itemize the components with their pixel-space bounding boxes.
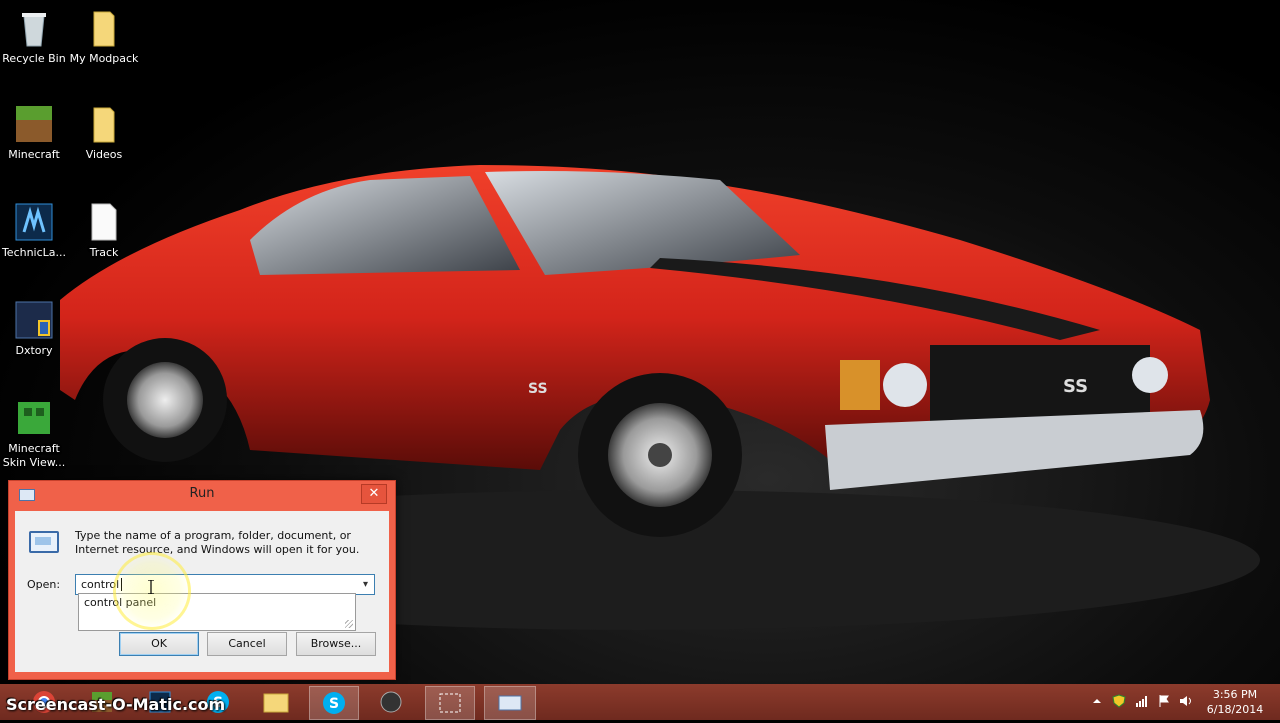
taskbar-file-explorer[interactable] <box>252 686 300 718</box>
grille-badge: SS <box>1063 376 1088 397</box>
headlight-right <box>1132 357 1168 393</box>
desktop-icon-track[interactable]: Track <box>68 202 140 260</box>
rear-wheel-rim <box>127 362 203 438</box>
desktop-icon-technic-launcher[interactable]: TechnicLa... <box>0 202 70 260</box>
run-program-icon <box>29 531 59 553</box>
dxtory-icon <box>14 300 54 340</box>
skype-icon: S <box>323 692 345 714</box>
snipping-tool-icon <box>439 693 461 713</box>
turn-signal <box>840 360 880 410</box>
technic-launcher-icon <box>14 202 54 242</box>
browse-button[interactable]: Browse... <box>296 632 376 656</box>
folder-icon <box>84 104 124 144</box>
folder-icon <box>84 8 124 48</box>
desktop-icon-recycle-bin[interactable]: Recycle Bin <box>0 8 70 66</box>
minecraft-skin-viewer-icon <box>14 398 54 438</box>
text-caret <box>121 578 122 591</box>
file-explorer-icon <box>263 693 289 713</box>
taskbar-sony-vegas[interactable] <box>367 686 415 718</box>
svg-text:S: S <box>329 696 339 712</box>
car-grille <box>930 345 1150 425</box>
volume-icon[interactable] <box>1179 694 1193 708</box>
taskbar: S S Screencast-O-Matic.com 3:56 PM 6/18/… <box>0 684 1280 720</box>
screencast-watermark: Screencast-O-Matic.com <box>6 695 226 714</box>
open-combobox[interactable]: ▾ <box>75 574 375 595</box>
desktop-icon-label: Recycle Bin <box>2 52 66 65</box>
desktop-icon-label: Minecraft <box>8 148 60 161</box>
flag-icon[interactable] <box>1157 694 1171 708</box>
desktop-icon-dxtory[interactable]: Dxtory <box>0 300 70 358</box>
file-icon <box>84 202 124 242</box>
minecraft-grass-block-icon <box>14 104 54 144</box>
run-description: Type the name of a program, folder, docu… <box>75 529 360 556</box>
autocomplete-dropdown: control panel <box>78 593 356 631</box>
recycle-bin-icon <box>14 8 54 48</box>
desktop-icon-minecraft-skin-viewer[interactable]: Minecraft Skin View... <box>0 398 70 470</box>
taskbar-clock[interactable]: 3:56 PM 6/18/2014 <box>1200 687 1270 717</box>
desktop-icon-label: Track <box>89 246 119 259</box>
network-signal-icon[interactable] <box>1135 694 1149 708</box>
open-label: Open: <box>27 578 61 591</box>
desktop-icon-label: TechnicLa... <box>1 246 67 259</box>
show-hidden-icons-arrow[interactable] <box>1090 694 1104 708</box>
desktop-icon-label: Minecraft Skin View... <box>2 442 66 469</box>
clock-date: 6/18/2014 <box>1206 703 1264 716</box>
taskbar-snipping-tool[interactable] <box>425 686 475 720</box>
open-input[interactable] <box>76 575 351 594</box>
resize-grip[interactable] <box>345 620 353 628</box>
run-dialog: Run ✕ Type the name of a program, folder… <box>8 480 396 680</box>
chevron-down-icon[interactable]: ▾ <box>357 575 374 594</box>
autocomplete-item[interactable]: control panel <box>84 596 156 609</box>
desktop-icon-videos[interactable]: Videos <box>68 104 140 162</box>
desktop-icon-minecraft[interactable]: Minecraft <box>0 104 70 162</box>
run-dialog-body: Type the name of a program, folder, docu… <box>15 511 389 672</box>
run-icon <box>498 695 522 711</box>
shield-icon[interactable] <box>1112 694 1126 708</box>
headlight-left <box>883 363 927 407</box>
run-dialog-title: Run <box>189 486 215 501</box>
close-button[interactable]: ✕ <box>361 484 387 504</box>
desktop-icon-label: Videos <box>85 148 123 161</box>
cancel-button[interactable]: Cancel <box>207 632 287 656</box>
taskbar-run[interactable] <box>484 686 536 720</box>
desktop-icon-label: Dxtory <box>15 344 53 357</box>
desktop-icon-my-modpack[interactable]: My Modpack <box>68 8 140 66</box>
clock-time: 3:56 PM <box>1212 688 1258 701</box>
taskbar-skype-active[interactable]: S <box>309 686 359 720</box>
ok-button[interactable]: OK <box>119 632 199 656</box>
sony-vegas-icon <box>380 691 402 713</box>
desktop-icon-label: My Modpack <box>69 52 139 65</box>
front-wheel-hub <box>648 443 672 467</box>
side-badge: SS <box>528 381 548 397</box>
